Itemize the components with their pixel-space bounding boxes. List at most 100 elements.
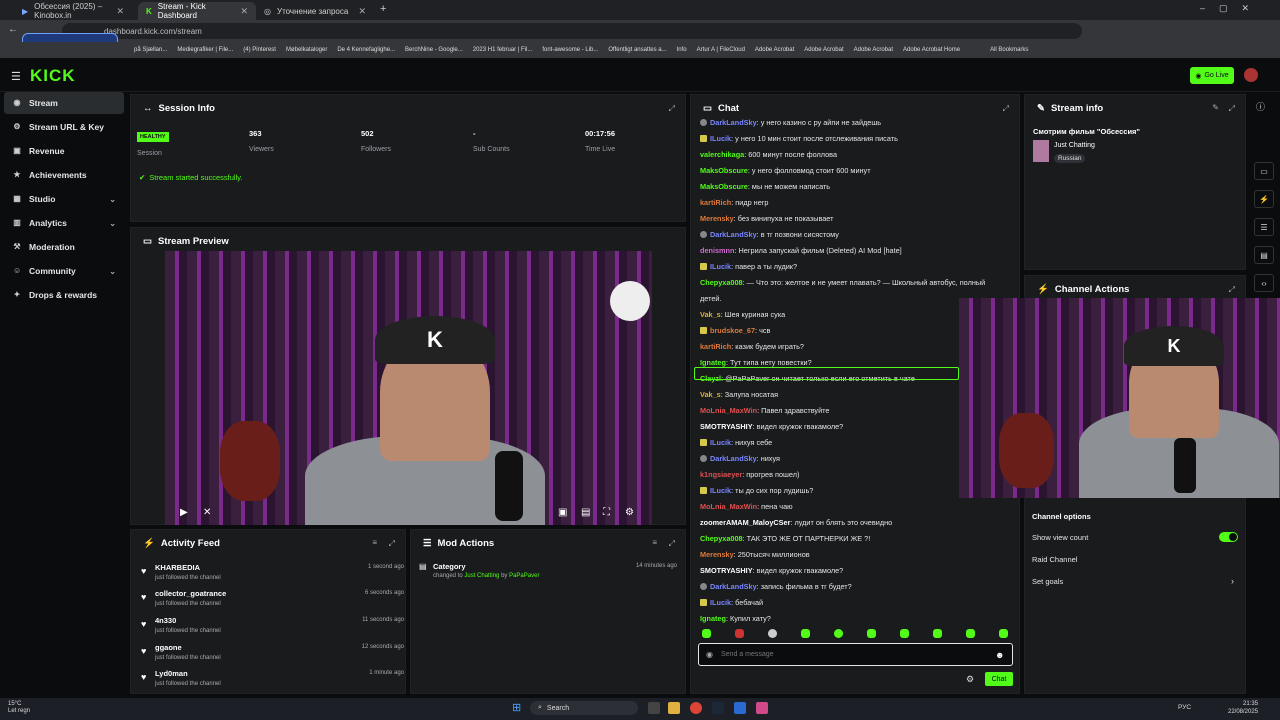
- sidebar-item-drops-rewards[interactable]: ✦ Drops & rewards: [4, 284, 124, 306]
- sidebar-item-stream-url-key[interactable]: ⚙ Stream URL & Key: [4, 116, 124, 138]
- chat-username[interactable]: Ignateg: [700, 358, 726, 367]
- mod-action-user[interactable]: PaPaPaver: [509, 573, 539, 579]
- window-controls[interactable]: –▢✕: [1200, 3, 1263, 14]
- pip-icon[interactable]: ▣: [558, 507, 567, 518]
- chat-username[interactable]: ILucik: [710, 262, 731, 271]
- chat-username[interactable]: SMOTRYASHIY: [700, 566, 753, 575]
- rail-list-icon[interactable]: ☰: [1254, 218, 1274, 236]
- chat-username[interactable]: Chepyxa008: [700, 278, 743, 287]
- sidebar-item-moderation[interactable]: ⚒ Moderation: [4, 236, 124, 258]
- chat-username[interactable]: denismnn: [700, 246, 734, 255]
- close-icon[interactable]: ✕: [116, 6, 124, 17]
- go-live-button[interactable]: ◉ Go Live: [1190, 67, 1234, 84]
- follower-name[interactable]: ggaone: [155, 643, 182, 652]
- fullscreen-icon[interactable]: ⛶: [603, 507, 610, 518]
- browser-tab[interactable]: ▶ Обсессия (2025) – Kinobox.in ✕: [14, 2, 132, 20]
- emote-icon[interactable]: [999, 629, 1008, 638]
- expand-icon[interactable]: ⤢: [1003, 104, 1009, 114]
- emote-icon[interactable]: [768, 629, 777, 638]
- sidebar-item-achievements[interactable]: ★ Achievements: [4, 164, 124, 186]
- info-icon[interactable]: ⓘ: [1256, 100, 1265, 113]
- settings-icon[interactable]: ⚙: [625, 507, 634, 518]
- edit-icon[interactable]: ✎: [1212, 103, 1219, 112]
- emote-icon[interactable]: [867, 629, 876, 638]
- chat-username[interactable]: Merensky: [700, 550, 734, 559]
- follower-name[interactable]: collector_goatrance: [155, 589, 226, 598]
- chat-username[interactable]: k1ngsiaeyer: [700, 470, 742, 479]
- chat-username[interactable]: DarkLandSky: [710, 454, 757, 463]
- rail-message-icon[interactable]: ▤: [1254, 246, 1274, 264]
- expand-icon[interactable]: ⤢: [669, 104, 675, 114]
- chat-username[interactable]: MaksObscure: [700, 182, 748, 191]
- emote-icon[interactable]: [933, 629, 942, 638]
- app-icon[interactable]: [756, 702, 768, 714]
- mute-icon[interactable]: ✕: [203, 507, 211, 518]
- raid-channel-button[interactable]: Raid Channel: [1032, 555, 1077, 564]
- steam-icon[interactable]: [712, 702, 724, 714]
- gear-icon[interactable]: ⚙: [966, 674, 974, 685]
- bookmark[interactable]: Møbelkataloger: [286, 47, 327, 53]
- chat-username[interactable]: ILucik: [710, 134, 731, 143]
- weather-widget[interactable]: 15°C Let regn: [8, 701, 30, 715]
- close-icon[interactable]: ✕: [358, 6, 366, 17]
- chat-username[interactable]: zoomerAMAM_MaloyCSer: [700, 518, 790, 527]
- chat-username[interactable]: SMOTRYASHIY: [700, 422, 753, 431]
- chat-username[interactable]: Vak_s: [700, 310, 721, 319]
- clock[interactable]: 21:35 22/08/2025: [1228, 700, 1258, 716]
- browser-tab[interactable]: ◎ Уточнение запроса ✕: [256, 2, 374, 20]
- set-goals-button[interactable]: Set goals: [1032, 577, 1063, 586]
- chat-username[interactable]: DarkLandSky: [710, 582, 757, 591]
- sidebar-item-studio[interactable]: ▦ Studio ⌄: [4, 188, 124, 210]
- browser-tab-active[interactable]: K Stream - Kick Dashboard ✕: [138, 2, 256, 20]
- sidebar-item-community[interactable]: ☺ Community ⌄: [4, 260, 124, 282]
- bookmark[interactable]: Adobe Acrobat: [804, 47, 843, 53]
- bookmark[interactable]: 2023 H1 februar | Fil...: [473, 47, 533, 53]
- bookmark[interactable]: Adobe Acrobat: [755, 47, 794, 53]
- chat-username[interactable]: MaksObscure: [700, 166, 748, 175]
- chat-username[interactable]: MoLnia_MaxWin: [700, 406, 757, 415]
- chat-username[interactable]: kartiRich: [700, 198, 731, 207]
- close-icon[interactable]: ✕: [240, 6, 248, 17]
- emote-icon[interactable]: [834, 629, 843, 638]
- avatar[interactable]: [1244, 68, 1258, 82]
- chat-username[interactable]: ILucik: [710, 438, 731, 447]
- new-tab-icon[interactable]: +: [380, 3, 386, 15]
- emote-icon[interactable]: [702, 629, 711, 638]
- hamburger-icon[interactable]: ☰: [11, 70, 21, 83]
- emote-icon[interactable]: [801, 629, 810, 638]
- reply-icon[interactable]: ◉: [706, 650, 713, 659]
- bookmark[interactable]: Adobe Acrobat Home: [903, 47, 960, 53]
- bookmark[interactable]: BerchNine - Google...: [405, 47, 463, 53]
- emoji-icon[interactable]: ☻: [995, 650, 1004, 660]
- bookmark[interactable]: Offentligt ansattes a...: [608, 47, 666, 53]
- chat-username[interactable]: ILucik: [710, 598, 731, 607]
- follower-name[interactable]: Lyd0man: [155, 669, 188, 678]
- expand-icon[interactable]: ⤢: [1229, 104, 1235, 114]
- rail-code-icon[interactable]: ‹›: [1254, 274, 1274, 292]
- emote-icon[interactable]: [735, 629, 744, 638]
- theater-icon[interactable]: ▤: [581, 507, 590, 518]
- app-icon[interactable]: [734, 702, 746, 714]
- chrome-icon[interactable]: [690, 702, 702, 714]
- mod-action-value[interactable]: Just Chatting: [464, 573, 499, 579]
- chat-username[interactable]: Chepyxa008: [700, 534, 743, 543]
- rail-chat-icon[interactable]: ▭: [1254, 162, 1274, 180]
- stream-video[interactable]: K ▶ ✕ ▣ ▤ ⛶ ⚙: [165, 251, 652, 525]
- category-name[interactable]: Just Chatting: [1054, 142, 1095, 149]
- emote-icon[interactable]: [966, 629, 975, 638]
- bookmark[interactable]: font-awesome - Lib...: [542, 47, 598, 53]
- bookmark[interactable]: Mediegrafiker | File...: [177, 47, 233, 53]
- language-indicator[interactable]: РУС: [1178, 704, 1191, 711]
- play-icon[interactable]: ▶: [180, 507, 188, 518]
- task-view-icon[interactable]: [648, 702, 660, 714]
- sidebar-item-stream[interactable]: ◉ Stream: [4, 92, 124, 114]
- follower-name[interactable]: KHARBEDIA: [155, 563, 200, 572]
- chat-username[interactable]: MoLnia_MaxWin: [700, 502, 757, 511]
- file-explorer-icon[interactable]: [668, 702, 680, 714]
- bookmark[interactable]: (4) Pinterest: [243, 47, 276, 53]
- taskbar-search[interactable]: ⌕ Search: [530, 701, 638, 715]
- expand-icon[interactable]: ⤢: [1229, 285, 1235, 295]
- emote-icon[interactable]: [900, 629, 909, 638]
- kick-logo[interactable]: KICK: [30, 66, 76, 86]
- chat-username[interactable]: kartiRich: [700, 342, 731, 351]
